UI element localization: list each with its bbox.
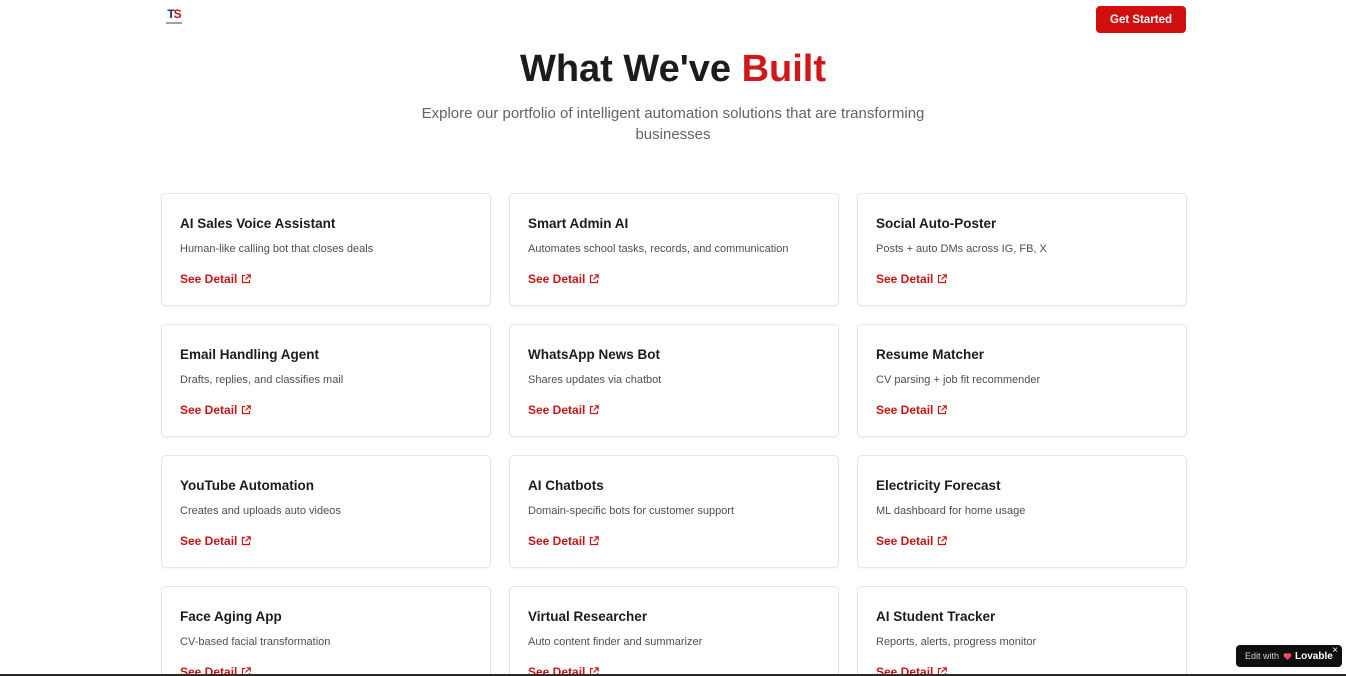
project-description: ML dashboard for home usage <box>876 505 1026 517</box>
project-description: CV-based facial transformation <box>180 636 331 648</box>
project-description: Auto content finder and summarizer <box>528 636 703 648</box>
project-title: Electricity Forecast <box>876 478 1001 493</box>
see-detail-label: See Detail <box>876 272 934 286</box>
project-description: Creates and uploads auto videos <box>180 505 341 517</box>
see-detail-link[interactable]: See Detail <box>528 534 600 548</box>
see-detail-label: See Detail <box>528 534 586 548</box>
title-accent: Built <box>741 48 827 90</box>
external-link-icon <box>938 405 948 415</box>
external-link-icon <box>590 405 600 415</box>
see-detail-label: See Detail <box>528 272 586 286</box>
project-card: WhatsApp News Bot Shares updates via cha… <box>509 324 839 437</box>
logo[interactable]: TS <box>164 8 184 30</box>
project-description: CV parsing + job fit recommender <box>876 374 1041 386</box>
close-icon[interactable]: × <box>1332 646 1338 656</box>
top-nav: TS Get Started <box>0 0 1346 40</box>
see-detail-label: See Detail <box>876 534 934 548</box>
project-description: Shares updates via chatbot <box>528 374 662 386</box>
see-detail-link[interactable]: See Detail <box>180 272 252 286</box>
project-title: AI Sales Voice Assistant <box>180 216 336 231</box>
project-card: Face Aging App CV-based facial transform… <box>161 586 491 676</box>
project-card: Email Handling Agent Drafts, replies, an… <box>161 324 491 437</box>
project-description: Human-like calling bot that closes deals <box>180 243 374 255</box>
see-detail-link[interactable]: See Detail <box>528 272 600 286</box>
badge-brand: Lovable <box>1295 650 1333 662</box>
external-link-icon <box>242 274 252 284</box>
external-link-icon <box>590 274 600 284</box>
project-title: Email Handling Agent <box>180 347 320 362</box>
project-card: AI Chatbots Domain-specific bots for cus… <box>509 455 839 568</box>
lovable-heart-icon <box>1283 652 1292 660</box>
see-detail-link[interactable]: See Detail <box>876 272 948 286</box>
page-subtitle: Explore our portfolio of intelligent aut… <box>421 105 925 143</box>
project-card: AI Sales Voice Assistant Human-like call… <box>161 193 491 306</box>
external-link-icon <box>938 536 948 546</box>
external-link-icon <box>938 274 948 284</box>
edit-with-lovable-badge[interactable]: Edit with Lovable × <box>1236 645 1342 667</box>
page-title: What We've Built <box>0 44 1346 94</box>
project-title: Face Aging App <box>180 609 282 624</box>
logo-mark: TS <box>167 7 181 21</box>
see-detail-label: See Detail <box>528 403 586 417</box>
see-detail-link[interactable]: See Detail <box>876 534 948 548</box>
project-card: YouTube Automation Creates and uploads a… <box>161 455 491 568</box>
project-title: YouTube Automation <box>180 478 314 493</box>
project-card: Social Auto-Poster Posts + auto DMs acro… <box>857 193 1187 306</box>
see-detail-link[interactable]: See Detail <box>528 403 600 417</box>
see-detail-label: See Detail <box>876 403 934 417</box>
project-card: Resume Matcher CV parsing + job fit reco… <box>857 324 1187 437</box>
project-card: Smart Admin AI Automates school tasks, r… <box>509 193 839 306</box>
project-description: Posts + auto DMs across IG, FB, X <box>876 243 1047 255</box>
project-card: Electricity Forecast ML dashboard for ho… <box>857 455 1187 568</box>
project-title: Resume Matcher <box>876 347 985 362</box>
project-card: AI Student Tracker Reports, alerts, prog… <box>857 586 1187 676</box>
see-detail-label: See Detail <box>180 272 238 286</box>
see-detail-label: See Detail <box>180 534 238 548</box>
see-detail-link[interactable]: See Detail <box>876 403 948 417</box>
project-title: WhatsApp News Bot <box>528 347 661 362</box>
project-title: AI Chatbots <box>528 478 604 493</box>
external-link-icon <box>590 536 600 546</box>
project-card: Virtual Researcher Auto content finder a… <box>509 586 839 676</box>
project-description: Automates school tasks, records, and com… <box>528 243 789 255</box>
external-link-icon <box>242 405 252 415</box>
see-detail-link[interactable]: See Detail <box>180 534 252 548</box>
project-title: Smart Admin AI <box>528 216 629 231</box>
project-title: Virtual Researcher <box>528 609 648 624</box>
page: TS Get Started What We've Built Explore … <box>0 0 1346 676</box>
project-title: Social Auto-Poster <box>876 216 997 231</box>
title-prefix: What We've <box>519 48 742 90</box>
badge-edit-text: Edit with <box>1245 651 1280 661</box>
external-link-icon <box>242 536 252 546</box>
project-description: Drafts, replies, and classifies mail <box>180 374 344 386</box>
get-started-button[interactable]: Get Started <box>1096 6 1186 33</box>
see-detail-link[interactable]: See Detail <box>180 403 252 417</box>
logo-underline <box>166 22 182 24</box>
see-detail-label: See Detail <box>180 403 238 417</box>
project-description: Domain-specific bots for customer suppor… <box>528 505 735 517</box>
project-title: AI Student Tracker <box>876 609 996 624</box>
project-description: Reports, alerts, progress monitor <box>876 636 1037 648</box>
projects-grid: AI Sales Voice Assistant Human-like call… <box>161 193 1187 676</box>
